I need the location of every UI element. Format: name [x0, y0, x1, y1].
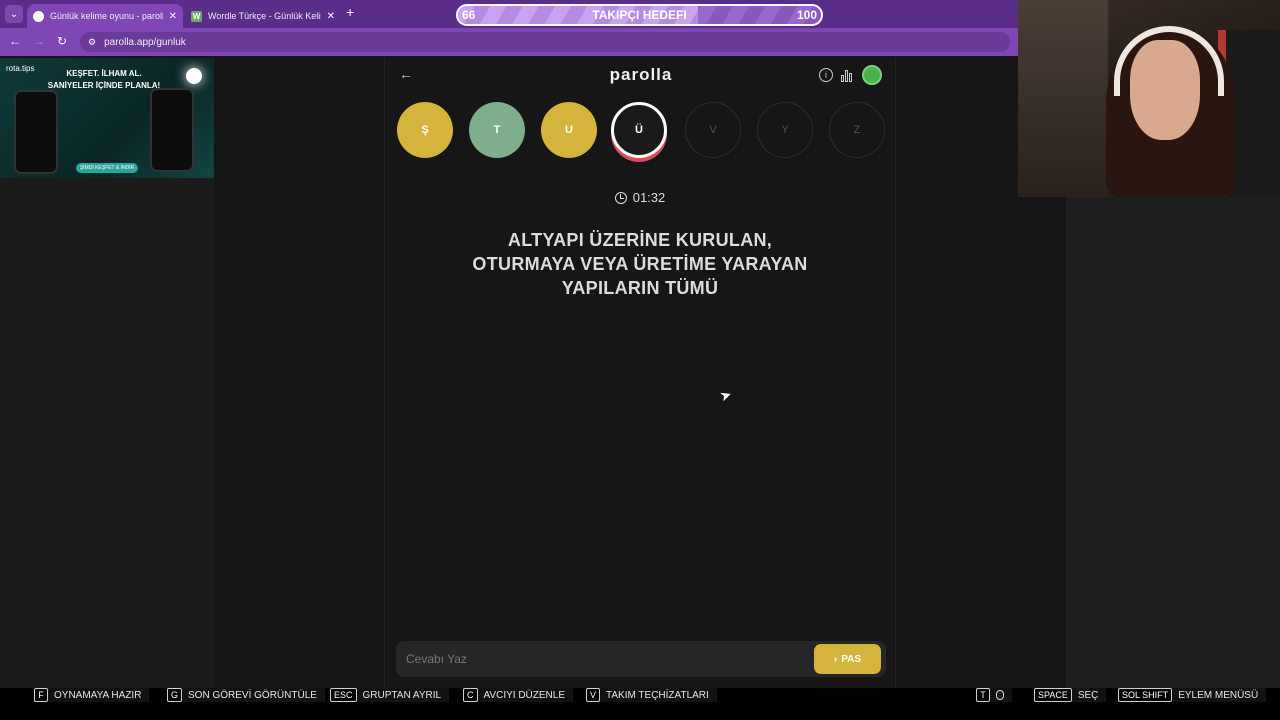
- close-tab-icon[interactable]: ✕: [327, 11, 335, 22]
- url-field[interactable]: ⚙ parolla.app/gunluk: [80, 32, 1010, 52]
- hint-item: SPACE SEÇ: [1034, 688, 1107, 702]
- clock-icon: [614, 191, 627, 204]
- pass-button[interactable]: › PAS: [814, 644, 881, 674]
- hint-key: V: [586, 688, 601, 702]
- chevron-right-icon: ›: [833, 653, 838, 665]
- microphone-icon: [996, 690, 1004, 700]
- parolla-favicon-icon: [33, 10, 44, 22]
- letter-circle: Z: [829, 102, 885, 158]
- webcam-overlay: [1018, 0, 1280, 197]
- browser-tab-parolla[interactable]: Günlük kelime oyunu - parolla ✕: [27, 4, 183, 28]
- goal-label: TAKIPÇI HEDEFI: [592, 8, 687, 22]
- tab-title: Wordle Türkçe - Günlük Kelime: [208, 11, 321, 21]
- hint-label: SON GÖREVİ GÖRÜNTÜLE: [188, 689, 317, 701]
- ad-phone-image: [150, 88, 194, 172]
- game-header: ← parolla i: [385, 58, 897, 92]
- stats-icon[interactable]: [841, 68, 855, 82]
- pass-label: PAS: [841, 653, 862, 665]
- letter-circle: Y: [757, 102, 813, 158]
- clue-text: ALTYAPI ÜZERİNE KURULAN, OTURMAYA VEYA Ü…: [425, 228, 855, 300]
- ad-phone-image: [14, 90, 58, 174]
- left-sidebar: rota.tips KEŞFET. İLHAM AL. SANİYELER İÇ…: [0, 58, 214, 688]
- hint-item: SOL SHIFT EYLEM MENÜSÜ: [1118, 688, 1267, 702]
- hint-label: SEÇ: [1077, 689, 1099, 701]
- hint-key: SOL SHIFT: [1118, 688, 1173, 702]
- clue-line: OTURMAYA VEYA ÜRETİME YARAYAN: [472, 254, 808, 274]
- back-arrow-icon[interactable]: ←: [9, 34, 21, 48]
- clue-line: ALTYAPI ÜZERİNE KURULAN,: [507, 230, 773, 250]
- webcam-background: [1018, 0, 1108, 197]
- hint-item: F OYNAMAYA HAZIR: [34, 688, 150, 702]
- tab-search-chevron-icon[interactable]: ⌄: [5, 5, 23, 23]
- avatar[interactable]: [862, 65, 882, 85]
- screen: ⌄ Günlük kelime oyunu - parolla ✕ W Word…: [0, 0, 1280, 720]
- right-side-panel: [1066, 197, 1280, 688]
- ad-headline-line: SANİYELER İÇİNDE PLANLA!: [47, 81, 161, 90]
- letter-circle: U: [541, 102, 597, 158]
- letter-circle: Ş: [397, 102, 453, 158]
- letter-circle-current: Ü: [611, 102, 667, 158]
- ad-cta-button[interactable]: ŞİMDİ KEŞFET & İNDİR: [76, 163, 138, 173]
- letter-circle: T: [469, 102, 525, 158]
- hint-label: GRUPTAN AYRIL: [362, 689, 442, 701]
- hint-item: V TAKIM TEÇHİZATLARI: [586, 688, 717, 702]
- hint-item: T: [976, 688, 1012, 702]
- ad-headline-line: KEŞFET. İLHAM AL.: [66, 69, 142, 78]
- page-background-right: [896, 58, 1018, 688]
- ad-banner[interactable]: rota.tips KEŞFET. İLHAM AL. SANİYELER İÇ…: [0, 58, 214, 178]
- timer-value: 01:32: [632, 190, 666, 205]
- hint-item: ESC GRUPTAN AYRIL: [330, 688, 450, 702]
- game-hint-bar: F OYNAMAYA HAZIR G SON GÖREVİ GÖRÜNTÜLE …: [0, 688, 1280, 720]
- hint-label: AVCIYI DÜZENLE: [483, 689, 566, 701]
- goal-target: 100: [796, 8, 817, 22]
- follower-goal-bar: 66 TAKIPÇI HEDEFI 100: [456, 4, 823, 26]
- tab-title: Günlük kelime oyunu - parolla: [50, 11, 163, 21]
- site-settings-icon[interactable]: ⚙: [88, 37, 96, 48]
- browser-address-bar: ← → ↻ ⚙ parolla.app/gunluk: [0, 28, 1018, 56]
- hint-key: C: [463, 688, 478, 702]
- info-icon[interactable]: i: [819, 68, 833, 82]
- ad-light-flare: [186, 68, 202, 84]
- hint-item: C AVCIYI DÜZENLE: [463, 688, 573, 702]
- letter-circles: Ş T U Ü V Y Z: [397, 102, 887, 162]
- ad-headline: KEŞFET. İLHAM AL. SANİYELER İÇİNDE PLANL…: [44, 68, 164, 92]
- hint-key: SPACE: [1034, 688, 1072, 702]
- close-tab-icon[interactable]: ✕: [169, 11, 177, 22]
- hint-label: TAKIM TEÇHİZATLARI: [606, 689, 709, 701]
- clue-line: YAPILARIN TÜMÜ: [561, 278, 719, 298]
- headset-icon: [1114, 26, 1224, 96]
- hint-key: F: [34, 688, 48, 702]
- browser-tab-wordle[interactable]: W Wordle Türkçe - Günlük Kelime ✕: [185, 4, 341, 28]
- hint-key: T: [976, 688, 990, 702]
- timer: 01:32: [385, 190, 895, 205]
- hint-label: EYLEM MENÜSÜ: [1178, 689, 1259, 701]
- answer-input[interactable]: [396, 641, 806, 677]
- wordle-favicon-icon: W: [191, 10, 202, 22]
- hint-label: OYNAMAYA HAZIR: [54, 689, 142, 701]
- hint-key: G: [167, 688, 183, 702]
- new-tab-button[interactable]: +: [346, 4, 354, 20]
- game-panel: ← parolla i Ş T U Ü V Y Z 01:32 ALTYAPI …: [384, 58, 896, 688]
- hint-key: ESC: [330, 688, 357, 702]
- reload-icon[interactable]: ↻: [57, 34, 67, 48]
- forward-arrow-icon[interactable]: →: [33, 34, 45, 48]
- url-text: parolla.app/gunluk: [104, 36, 186, 48]
- letter-circle: V: [685, 102, 741, 158]
- answer-bar: › PAS: [396, 641, 886, 677]
- ad-logo: rota.tips: [6, 64, 35, 73]
- hint-item: G SON GÖREVİ GÖRÜNTÜLE: [167, 688, 325, 702]
